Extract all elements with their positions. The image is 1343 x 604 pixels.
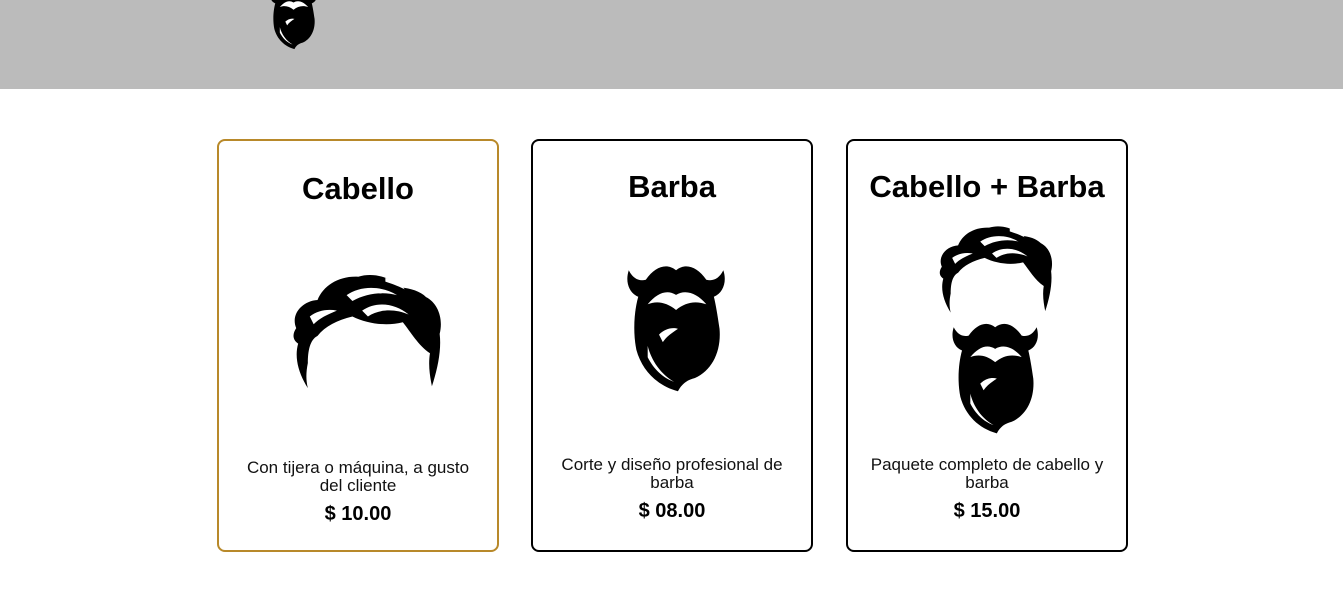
service-description: Corte y diseño profesional de barba [561, 455, 783, 492]
hair-icon [285, 268, 447, 394]
service-title: Cabello [302, 171, 414, 206]
site-header [0, 0, 1343, 89]
beard-icon[interactable] [256, 0, 332, 50]
hair-icon [932, 221, 1058, 317]
service-price: $ 08.00 [638, 500, 706, 522]
service-card-cabello-barba[interactable]: Cabello + Barba Paquete completo de cabe… [846, 139, 1128, 552]
service-description: Paquete completo de cabello y barba [870, 455, 1104, 492]
service-description: Con tijera o máquina, a gusto del client… [246, 458, 470, 495]
beard-icon [950, 319, 1042, 435]
beard-icon [625, 259, 729, 395]
service-price: $ 15.00 [953, 500, 1021, 522]
service-card-cabello[interactable]: Cabello Con tijera o máquina, a gusto de… [217, 139, 499, 552]
service-title: Barba [628, 169, 716, 204]
service-card-barba[interactable]: Barba Corte y diseño profesional de barb… [531, 139, 813, 552]
service-title: Cabello + Barba [869, 169, 1105, 204]
service-price: $ 10.00 [324, 503, 392, 525]
